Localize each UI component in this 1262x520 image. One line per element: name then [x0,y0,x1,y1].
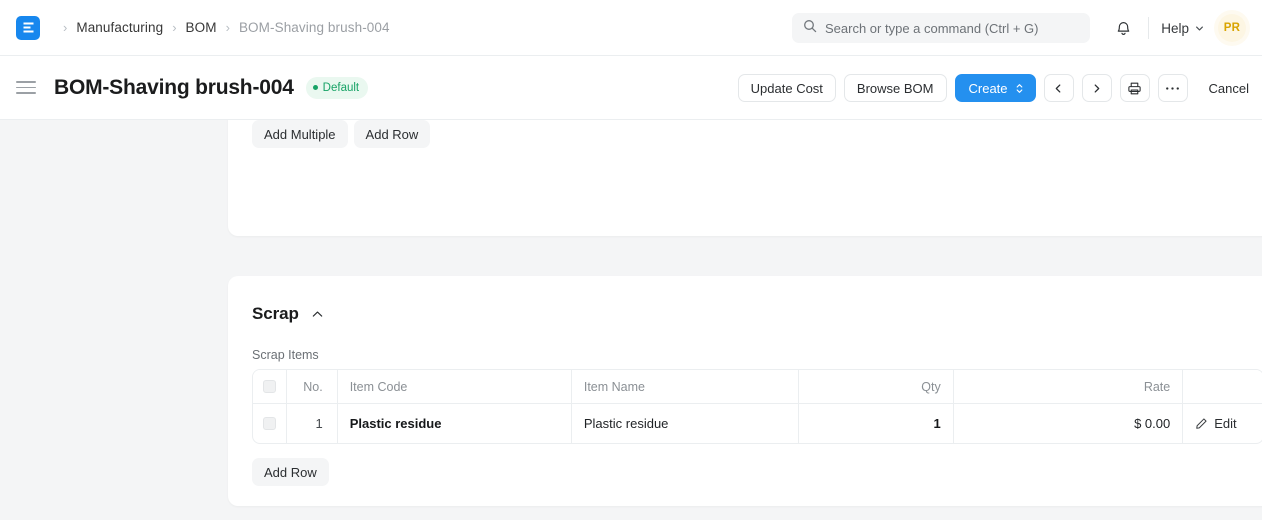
breadcrumb: › Manufacturing › BOM › BOM-Shaving brus… [54,20,390,35]
status-badge-label: Default [323,82,359,94]
chevron-left-icon [1053,83,1064,94]
navbar-right-actions: Help PR [1108,0,1262,56]
page-body: 5 Crude oil 4 Nos $ 3.00 $ 12.00 Edit [0,120,1262,520]
edit-label: Edit [1214,416,1236,431]
column-header-no: No. [286,370,336,403]
printer-icon [1127,81,1142,96]
hamburger-menu-icon[interactable] [16,81,36,94]
update-cost-button[interactable]: Update Cost [738,74,836,102]
bell-icon[interactable] [1108,13,1138,43]
erpnext-logo-icon[interactable] [16,16,40,40]
column-header-qty: Qty [798,370,953,403]
navbar-divider [1148,17,1149,39]
checkbox-unchecked-icon[interactable] [263,417,276,430]
table-row[interactable]: 1 Plastic residue Plastic residue 1 $ 0.… [253,403,1262,443]
breadcrumb-separator: › [172,21,176,34]
scrap-grid: No. Item Code Item Name Qty Rate 1 Plast… [252,369,1262,444]
prev-record-button[interactable] [1044,74,1074,102]
row-number: 1 [286,404,336,443]
row-edit-cell[interactable]: Edit [1182,404,1262,443]
search-input[interactable] [825,21,1079,36]
search-icon [803,19,817,38]
cancel-button[interactable]: Cancel [1196,74,1262,102]
ellipsis-icon [1165,86,1180,91]
column-header-rate: Rate [953,370,1183,403]
pencil-icon [1195,417,1208,430]
help-label: Help [1161,21,1189,36]
more-options-button[interactable] [1158,74,1188,102]
scrap-grid-buttons: Add Row [252,458,1262,486]
next-record-button[interactable] [1082,74,1112,102]
print-button[interactable] [1120,74,1150,102]
cell-qty[interactable]: 1 [798,404,953,443]
edit-row-button[interactable]: Edit [1195,416,1236,431]
chevron-up-icon[interactable] [311,308,324,321]
browse-bom-button[interactable]: Browse BOM [844,74,947,102]
global-search[interactable] [792,13,1090,43]
add-row-button[interactable]: Add Row [252,458,329,486]
items-grid-buttons: Add Multiple Add Row [252,120,1262,148]
chevron-down-icon [1195,24,1204,33]
add-row-button[interactable]: Add Row [354,120,431,148]
page-header: BOM-Shaving brush-004 Default Update Cos… [0,56,1262,120]
breadcrumb-separator: › [226,21,230,34]
chevron-up-down-icon [1015,82,1024,95]
breadcrumb-item-bom[interactable]: BOM [186,20,217,35]
breadcrumb-item-current[interactable]: BOM-Shaving brush-004 [239,20,390,35]
status-badge: Default [306,77,368,99]
scrap-section-title: Scrap [252,304,299,324]
column-header-item-code: Item Code [337,370,571,403]
row-checkbox-cell[interactable] [253,404,286,443]
table-header-row: No. Item Code Item Name Qty Rate [253,370,1262,403]
help-menu[interactable]: Help [1161,21,1204,36]
checkbox-unchecked-icon[interactable] [263,380,276,393]
breadcrumb-separator: › [63,21,67,34]
select-all-checkbox-cell[interactable] [253,370,286,403]
breadcrumb-item-manufacturing[interactable]: Manufacturing [76,20,163,35]
cell-item-name[interactable]: Plastic residue [571,404,798,443]
avatar[interactable]: PR [1218,14,1246,42]
page-title: BOM-Shaving brush-004 [54,76,294,100]
scrap-items-label: Scrap Items [252,348,1262,362]
column-header-item-name: Item Name [571,370,798,403]
scrap-section-header[interactable]: Scrap [252,276,1262,324]
page-header-actions: Update Cost Browse BOM Create [738,56,1262,120]
add-multiple-button[interactable]: Add Multiple [252,120,348,148]
items-section-card: 5 Crude oil 4 Nos $ 3.00 $ 12.00 Edit [228,120,1262,236]
top-navbar: › Manufacturing › BOM › BOM-Shaving brus… [0,0,1262,56]
column-header-actions [1182,370,1262,403]
cell-item-code[interactable]: Plastic residue [337,404,571,443]
cell-rate[interactable]: $ 0.00 [953,404,1183,443]
create-button-label: Create [969,81,1008,96]
chevron-right-icon [1091,83,1102,94]
scrap-section-card: Scrap Scrap Items No. Item Code Item Nam… [228,276,1262,506]
status-dot-icon [313,85,318,90]
create-button[interactable]: Create [955,74,1036,102]
